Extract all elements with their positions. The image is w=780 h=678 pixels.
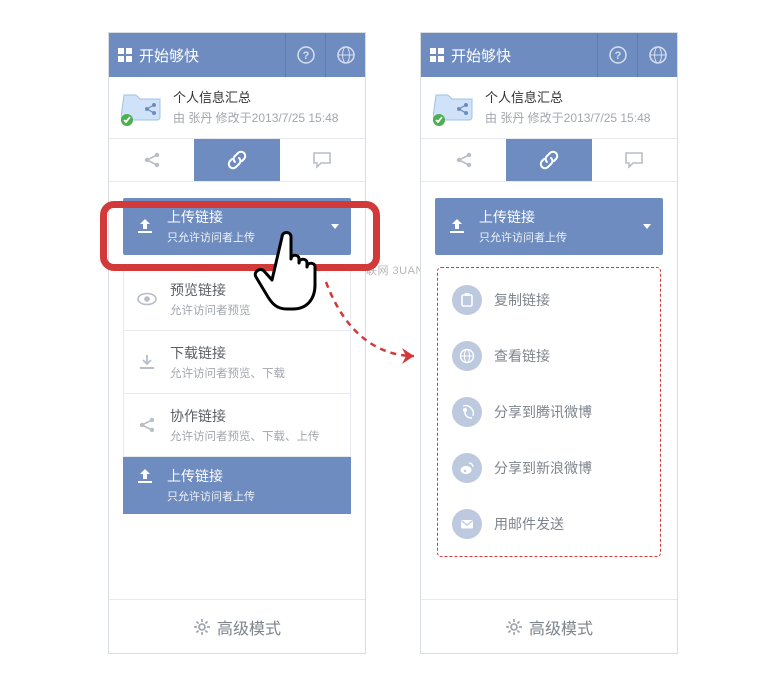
advanced-label: 高级模式 xyxy=(217,615,281,639)
action-share-tencent[interactable]: 分享到腾讯微博 xyxy=(446,384,652,440)
chevron-down-icon xyxy=(643,224,651,229)
upload-icon xyxy=(135,466,155,504)
upload-link-sub: 只允许访问者上传 xyxy=(167,488,255,504)
tabs xyxy=(109,138,365,182)
upload-link-sub: 只允许访问者上传 xyxy=(479,229,631,245)
globe-small-icon xyxy=(452,341,482,371)
link-type-sub: 允许访问者预览 xyxy=(170,302,251,318)
file-meta: 由 张丹 修改于2013/7/25 15:48 xyxy=(485,109,650,126)
file-name: 个人信息汇总 xyxy=(485,87,650,106)
action-label: 查看链接 xyxy=(494,346,550,366)
globe-icon[interactable] xyxy=(637,33,677,77)
clipboard-icon xyxy=(452,285,482,315)
link-type-sub: 允许访问者预览、下载 xyxy=(170,365,285,381)
grid-icon xyxy=(117,47,133,63)
tab-comment[interactable] xyxy=(592,139,677,181)
svg-text:?: ? xyxy=(302,50,309,62)
panel-right: 开始够快 ? 个人信息汇总 由 张丹 修改于2013/7/25 15:48 xyxy=(420,32,678,654)
header-title: 开始够快 xyxy=(139,45,199,66)
tab-link[interactable] xyxy=(194,139,279,181)
help-icon[interactable]: ? xyxy=(285,33,325,77)
link-type-download[interactable]: 下载链接允许访问者预览、下载 xyxy=(124,331,350,394)
upload-link-title: 上传链接 xyxy=(479,207,631,227)
advanced-label: 高级模式 xyxy=(529,615,593,639)
action-label: 分享到腾讯微博 xyxy=(494,402,592,422)
action-label: 复制链接 xyxy=(494,290,550,310)
upload-link-title: 上传链接 xyxy=(167,466,255,486)
header-bar: 开始够快 ? xyxy=(421,33,677,77)
action-share-sina[interactable]: 分享到新浪微博 xyxy=(446,440,652,496)
gear-icon xyxy=(505,618,523,636)
svg-text:?: ? xyxy=(614,50,621,62)
tab-comment[interactable] xyxy=(280,139,365,181)
upload-link-title: 上传链接 xyxy=(167,207,319,227)
globe-icon[interactable] xyxy=(325,33,365,77)
sina-weibo-icon xyxy=(452,453,482,483)
upload-link-bar[interactable]: 上传链接 只允许访问者上传 xyxy=(123,457,351,514)
upload-icon xyxy=(135,216,155,236)
header-title: 开始够快 xyxy=(451,45,511,66)
upload-link-dropdown[interactable]: 上传链接 只允许访问者上传 xyxy=(435,198,663,255)
link-type-title: 协作链接 xyxy=(170,406,320,426)
file-meta: 由 张丹 修改于2013/7/25 15:48 xyxy=(173,109,338,126)
actions-box: 复制链接 查看链接 分享到腾讯微博 分享到新浪微博 用邮件发送 xyxy=(437,267,661,557)
upload-link-dropdown[interactable]: 上传链接 只允许访问者上传 xyxy=(123,198,351,255)
action-email[interactable]: 用邮件发送 xyxy=(446,496,652,552)
action-label: 用邮件发送 xyxy=(494,514,564,534)
link-type-sub: 允许访问者预览、下载、上传 xyxy=(170,428,320,444)
link-type-collab[interactable]: 协作链接允许访问者预览、下载、上传 xyxy=(124,394,350,456)
tabs xyxy=(421,138,677,182)
chevron-down-icon xyxy=(331,224,339,229)
eye-icon xyxy=(136,280,158,318)
file-info: 个人信息汇总 由 张丹 修改于2013/7/25 15:48 xyxy=(421,77,677,138)
action-label: 分享到新浪微博 xyxy=(494,458,592,478)
link-type-title: 下载链接 xyxy=(170,343,285,363)
tab-share[interactable] xyxy=(421,139,506,181)
file-name: 个人信息汇总 xyxy=(173,87,338,106)
share-icon xyxy=(136,406,158,444)
tencent-weibo-icon xyxy=(452,397,482,427)
grid-icon xyxy=(429,47,445,63)
action-copy-link[interactable]: 复制链接 xyxy=(446,272,652,328)
gear-icon xyxy=(193,618,211,636)
help-icon[interactable]: ? xyxy=(597,33,637,77)
tab-share[interactable] xyxy=(109,139,194,181)
upload-icon xyxy=(447,216,467,236)
upload-link-sub: 只允许访问者上传 xyxy=(167,229,319,245)
folder-share-icon xyxy=(121,87,163,123)
file-info: 个人信息汇总 由 张丹 修改于2013/7/25 15:48 xyxy=(109,77,365,138)
download-icon xyxy=(136,343,158,381)
advanced-mode[interactable]: 高级模式 xyxy=(109,599,365,653)
tab-link[interactable] xyxy=(506,139,591,181)
mail-icon xyxy=(452,509,482,539)
action-view-link[interactable]: 查看链接 xyxy=(446,328,652,384)
advanced-mode[interactable]: 高级模式 xyxy=(421,599,677,653)
link-type-list: 预览链接允许访问者预览 下载链接允许访问者预览、下载 协作链接允许访问者预览、下… xyxy=(123,267,351,457)
link-type-preview[interactable]: 预览链接允许访问者预览 xyxy=(124,268,350,331)
header-bar: 开始够快 ? xyxy=(109,33,365,77)
arrow-icon xyxy=(322,278,432,388)
folder-share-icon xyxy=(433,87,475,123)
link-type-title: 预览链接 xyxy=(170,280,251,300)
